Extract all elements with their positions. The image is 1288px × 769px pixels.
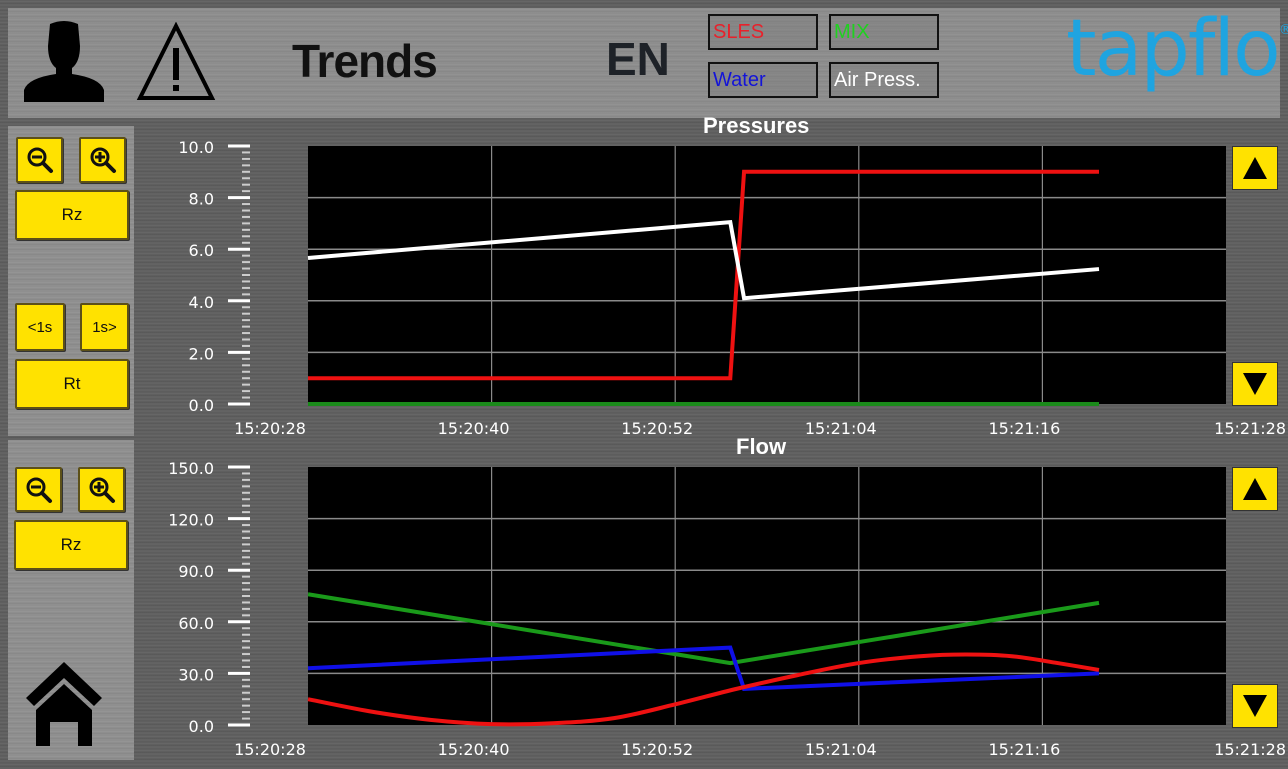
pressures-scroll-up-button[interactable] <box>1232 146 1278 190</box>
flow-y-tick-label: 90.0 <box>178 562 214 581</box>
pressures-y-tick-label: 2.0 <box>189 344 214 363</box>
flow-scroll-up-button[interactable] <box>1232 467 1278 511</box>
flow-x-tick-label: 15:21:28 <box>1214 740 1286 759</box>
pressures-x-tick-label: 15:21:28 <box>1214 419 1286 438</box>
pressures-series-sles <box>308 169 1100 381</box>
flow-x-tick-label: 15:21:16 <box>988 740 1060 759</box>
pressures-x-tick-label: 15:20:40 <box>438 419 510 438</box>
pressures-x-tick-label: 15:20:52 <box>621 419 693 438</box>
flow-x-tick-label: 15:20:28 <box>234 740 306 759</box>
flow-y-tick-label: 60.0 <box>178 614 214 633</box>
flow-y-tick-label: 150.0 <box>168 459 214 478</box>
pressures-y-tick-label: 10.0 <box>178 138 214 157</box>
pressures-x-tick-label: 15:21:16 <box>988 419 1060 438</box>
pressures-series-air-press <box>307 219 1100 301</box>
flow-y-tick-label: 120.0 <box>168 511 214 530</box>
arrow-up-icon <box>1243 157 1267 179</box>
pressures-y-tick-label: 0.0 <box>189 396 214 415</box>
arrow-down-icon <box>1243 695 1267 717</box>
trend-charts: 0.0 2.0 4.0 6.0 8.0 10.0 15:20:28 15:20:40 15:20… <box>168 138 1286 759</box>
flow-series-sles <box>307 652 1100 727</box>
pressures-x-tick-label: 15:21:04 <box>805 419 877 438</box>
flow-y-tick-label: 30.0 <box>178 665 214 684</box>
flow-x-tick-label: 15:21:04 <box>805 740 877 759</box>
pressures-y-tick-label: 8.0 <box>189 190 214 209</box>
pressures-y-tick-label: 6.0 <box>189 241 214 260</box>
pressures-y-tick-label: 4.0 <box>189 293 214 312</box>
pressures-x-tick-label: 15:20:28 <box>234 419 306 438</box>
flow-x-tick-label: 15:20:40 <box>438 740 510 759</box>
arrow-up-icon <box>1243 478 1267 500</box>
flow-x-tick-label: 15:20:52 <box>621 740 693 759</box>
pressures-scroll-down-button[interactable] <box>1232 362 1278 406</box>
flow-y-tick-label: 0.0 <box>189 717 214 736</box>
flow-scroll-down-button[interactable] <box>1232 684 1278 728</box>
arrow-down-icon <box>1243 373 1267 395</box>
